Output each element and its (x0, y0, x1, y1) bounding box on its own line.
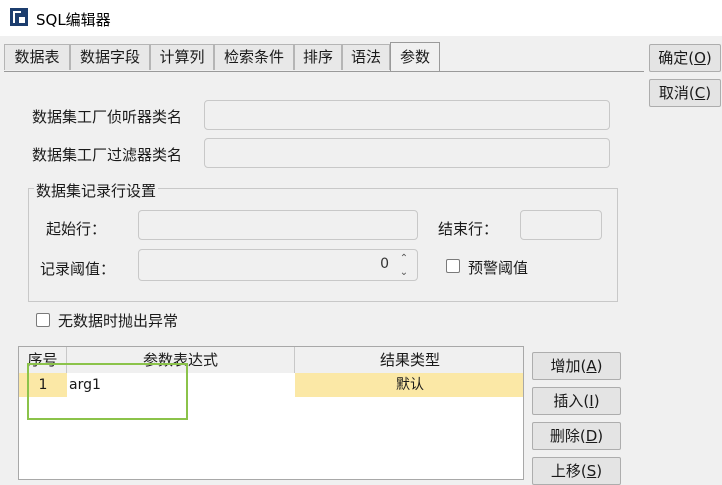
tab-search-conditions[interactable]: 检索条件 (214, 44, 294, 70)
threshold-label: 记录阈值： (40, 260, 116, 278)
end-row-label: 结束行： (438, 220, 499, 238)
column-header-expression[interactable]: 参数表达式 (67, 347, 295, 373)
move-up-accelerator: S (586, 462, 597, 480)
threshold-spinner[interactable]: 0 ⌃ ⌄ (138, 249, 418, 281)
add-button-text: 增加( (550, 357, 587, 375)
move-up-button[interactable]: 上移(S) (532, 457, 621, 485)
ok-button[interactable]: 确定(O) (649, 44, 721, 72)
spin-up-icon[interactable]: ⌃ (397, 252, 411, 266)
cancel-button-text: 取消( (658, 84, 695, 102)
table-header: 序号 参数表达式 结果类型 (19, 347, 523, 374)
listener-label: 数据集工厂侦听器类名 (32, 108, 183, 126)
cancel-accelerator: C (694, 84, 706, 102)
add-button[interactable]: 增加(A) (532, 352, 621, 380)
delete-button-end: ) (597, 427, 604, 445)
end-row-input[interactable] (520, 210, 602, 240)
ok-button-end: ) (705, 49, 712, 67)
warn-threshold-checkbox[interactable] (446, 259, 460, 273)
tab-strip: 数据表 数据字段 计算列 检索条件 排序 语法 参数 (4, 42, 644, 72)
cancel-button[interactable]: 取消(C) (649, 79, 721, 107)
row-settings-group (28, 188, 618, 302)
tab-params[interactable]: 参数 (390, 42, 440, 72)
spin-down-icon[interactable]: ⌄ (397, 266, 411, 280)
delete-accelerator: D (585, 427, 598, 445)
row-expression-cell[interactable]: arg1 (67, 373, 295, 397)
add-button-end: ) (596, 357, 603, 375)
tab-data-fields[interactable]: 数据字段 (70, 44, 150, 70)
tab-syntax[interactable]: 语法 (342, 44, 390, 70)
app-logo-icon (10, 8, 28, 26)
row-type-cell[interactable]: 默认 (295, 373, 523, 397)
add-accelerator: A (586, 357, 597, 375)
row-index-cell[interactable]: 1 (19, 373, 67, 397)
row-settings-title: 数据集记录行设置 (34, 180, 159, 201)
delete-button-text: 删除( (549, 427, 586, 445)
spinner-arrows: ⌃ ⌄ (397, 252, 411, 280)
cancel-button-end: ) (705, 84, 712, 102)
tab-data-table[interactable]: 数据表 (4, 44, 70, 70)
throw-exception-label: 无数据时抛出异常 (58, 312, 179, 330)
insert-button[interactable]: 插入(I) (532, 387, 621, 415)
tab-sort[interactable]: 排序 (294, 44, 342, 70)
move-up-button-text: 上移( (550, 462, 587, 480)
window-title: SQL编辑器 (36, 11, 111, 29)
start-row-label: 起始行： (46, 220, 107, 238)
listener-class-input[interactable] (204, 100, 610, 130)
threshold-value: 0 (380, 256, 389, 272)
insert-button-end: ) (593, 392, 600, 410)
column-header-type[interactable]: 结果类型 (295, 347, 523, 373)
title-bar: SQL编辑器 (0, 0, 722, 36)
tab-computed-columns[interactable]: 计算列 (150, 44, 214, 70)
start-row-input[interactable] (138, 210, 418, 240)
ok-button-text: 确定( (658, 49, 695, 67)
delete-button[interactable]: 删除(D) (532, 422, 621, 450)
column-header-index[interactable]: 序号 (19, 347, 67, 373)
insert-button-text: 插入( (553, 392, 590, 410)
filter-class-input[interactable] (204, 138, 610, 168)
ok-accelerator: O (694, 49, 706, 67)
throw-exception-checkbox[interactable] (36, 313, 50, 327)
warn-threshold-label: 预警阈值 (468, 259, 529, 277)
move-up-button-end: ) (596, 462, 603, 480)
table-row[interactable]: 1 arg1 默认 (19, 373, 523, 397)
filter-label: 数据集工厂过滤器类名 (32, 146, 183, 164)
param-table: 序号 参数表达式 结果类型 1 arg1 默认 (18, 346, 524, 480)
